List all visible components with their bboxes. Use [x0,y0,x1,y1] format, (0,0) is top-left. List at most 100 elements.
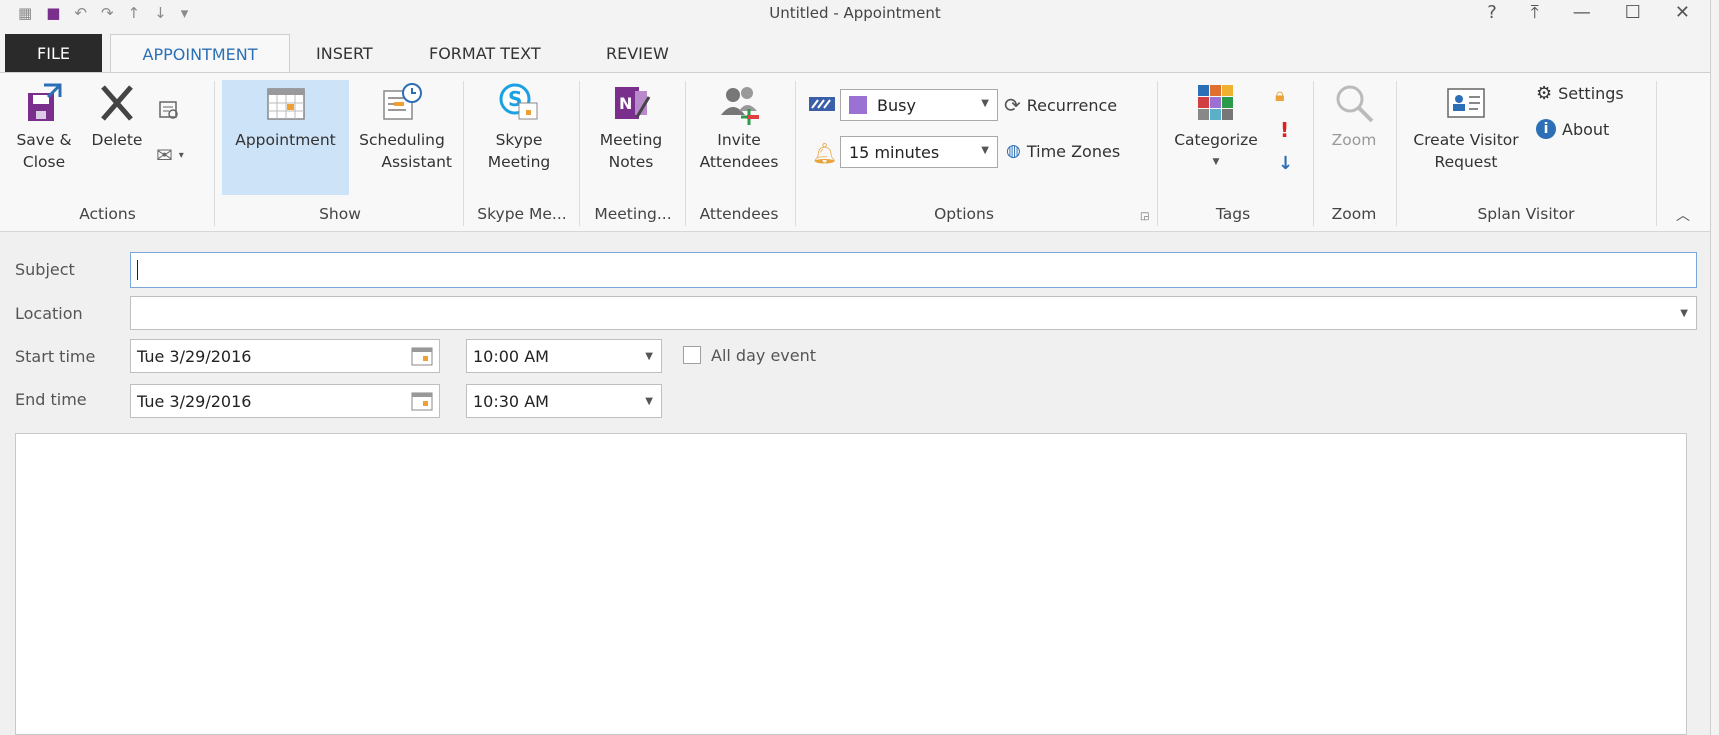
collapse-ribbon-icon[interactable]: ︿ [1676,205,1690,225]
show-as-dropdown[interactable]: Busy ▼ [840,89,998,121]
appointment-window: ▦ ■ ↶ ↷ ↑ ↓ ▾ Untitled - Appointment ? ⤒… [0,0,1710,735]
group-label-splan-visitor: Splan Visitor [1477,205,1575,223]
chevron-down-icon: ▼ [1212,157,1220,167]
tab-review[interactable]: REVIEW [606,44,669,63]
scheduling-label-2: Assistant [381,153,452,171]
about-button[interactable]: i About [1536,119,1609,139]
skype-meeting-button[interactable]: S Skype Meeting [468,81,570,173]
ribbon: Save & Close Delete ✉ ▾ Actions Appointm… [0,72,1710,232]
skype-label-2: Meeting [487,153,551,171]
divider [463,81,464,226]
scheduling-assistant-button[interactable]: Scheduling Assistant [352,81,452,173]
delete-x-icon [101,85,133,121]
calendar-picker-icon[interactable] [411,346,433,366]
calendar-forward-icon[interactable] [158,99,180,121]
group-label-zoom: Zoom [1331,205,1377,223]
zoom-button-label: Zoom [1331,131,1377,149]
minimize-icon[interactable]: — [1573,2,1591,23]
scheduling-assistant-icon [383,83,422,120]
categorize-icon [1198,85,1233,120]
gear-icon: ⚙ [1536,83,1553,104]
time-zones-button[interactable]: ◍ Time Zones [1006,141,1120,161]
start-date-field[interactable]: Tue 3/29/2016 [130,339,440,373]
title-bar: ▦ ■ ↶ ↷ ↑ ↓ ▾ Untitled - Appointment ? ⤒… [0,0,1710,30]
private-lock-icon[interactable]: 🔒︎ [1275,85,1285,106]
tab-appointment[interactable]: APPOINTMENT [110,34,290,73]
create-visitor-request-button[interactable]: Create Visitor Request [1402,81,1530,173]
chevron-down-icon: ▼ [981,145,989,156]
recurrence-icon: ⟳ [1004,93,1021,117]
busy-color-swatch [849,96,867,114]
group-label-attendees: Attendees [699,205,779,223]
group-label-actions: Actions [79,205,136,223]
low-importance-icon[interactable]: ↓ [1278,153,1293,174]
tab-file[interactable]: FILE [5,34,102,72]
meeting-notes-button[interactable]: N Meeting Notes [583,81,679,173]
help-icon[interactable]: ? [1487,2,1497,23]
meeting-notes-label-2: Notes [608,153,654,171]
chevron-down-icon[interactable]: ▼ [1680,308,1688,319]
background-window-edge [1710,0,1719,735]
start-time-dropdown[interactable]: 10:00 AM ▼ [466,339,662,373]
divider [1313,81,1314,226]
group-label-meeting-notes: Meeting... [594,205,672,223]
chevron-down-icon: ▾ [178,149,184,161]
settings-button[interactable]: ⚙ Settings [1536,83,1624,104]
globe-icon: ◍ [1006,141,1021,161]
reminder-bell-icon: 🔔︎ [812,141,838,165]
forward-button[interactable]: ✉ ▾ [156,143,184,167]
invite-attendees-button[interactable]: Invite Attendees [690,81,788,173]
divider [1157,81,1158,226]
info-icon: i [1536,119,1556,139]
save-close-label-2: Close [22,153,66,171]
invite-attendees-icon [721,87,759,125]
appointment-view-button[interactable]: Appointment [222,81,349,151]
start-time-label: Start time [15,347,96,366]
categorize-button[interactable]: Categorize ▼ [1164,81,1268,173]
settings-label: Settings [1558,84,1624,103]
appointment-body-editor[interactable] [15,433,1687,735]
appointment-view-label: Appointment [235,131,336,149]
start-date-value: Tue 3/29/2016 [137,346,252,366]
high-importance-icon[interactable]: ! [1280,118,1289,142]
close-icon[interactable]: ✕ [1675,2,1690,23]
dialog-launcher-icon[interactable]: ◲ [1140,211,1149,222]
show-as-icon [809,97,835,111]
chevron-down-icon: ▼ [645,351,653,362]
time-zones-label: Time Zones [1026,141,1121,161]
skype-icon: S [499,83,538,120]
divider [1396,81,1397,226]
save-close-button[interactable]: Save & Close [10,81,78,173]
group-label-options: Options [934,205,994,223]
invite-label-1: Invite [717,131,761,149]
group-label-skype: Skype Me... [477,205,567,223]
end-date-field[interactable]: Tue 3/29/2016 [130,384,440,418]
end-time-dropdown[interactable]: 10:30 AM ▼ [466,384,662,418]
ribbon-display-icon[interactable]: ⤒ [1531,2,1539,23]
show-as-value: Busy [877,95,916,115]
delete-button[interactable]: Delete [86,81,148,151]
skype-label-1: Skype [495,131,543,149]
all-day-checkbox[interactable] [683,346,701,364]
chevron-down-icon: ▼ [645,396,653,407]
about-label: About [1562,119,1610,139]
group-label-tags: Tags [1215,205,1251,223]
divider [685,81,686,226]
meeting-notes-label-1: Meeting [599,131,663,149]
zoom-button[interactable]: Zoom [1318,81,1390,151]
location-input[interactable]: ▼ [130,296,1697,330]
calendar-picker-icon[interactable] [411,391,433,411]
tab-format-text[interactable]: FORMAT TEXT [429,44,541,63]
window-title: Untitled - Appointment [769,4,941,22]
visitor-card-icon [1447,88,1485,118]
chevron-down-icon: ▼ [981,98,989,109]
recurrence-button[interactable]: ⟳ Recurrence [1004,93,1117,117]
maximize-icon[interactable]: ☐ [1625,2,1641,23]
reminder-dropdown[interactable]: 15 minutes ▼ [840,136,998,168]
tab-insert[interactable]: INSERT [316,44,373,63]
forward-envelope-icon: ✉ [156,143,173,167]
all-day-label: All day event [711,346,817,365]
subject-input[interactable] [130,252,1697,288]
save-close-icon [28,83,62,121]
recurrence-label: Recurrence [1026,95,1118,115]
